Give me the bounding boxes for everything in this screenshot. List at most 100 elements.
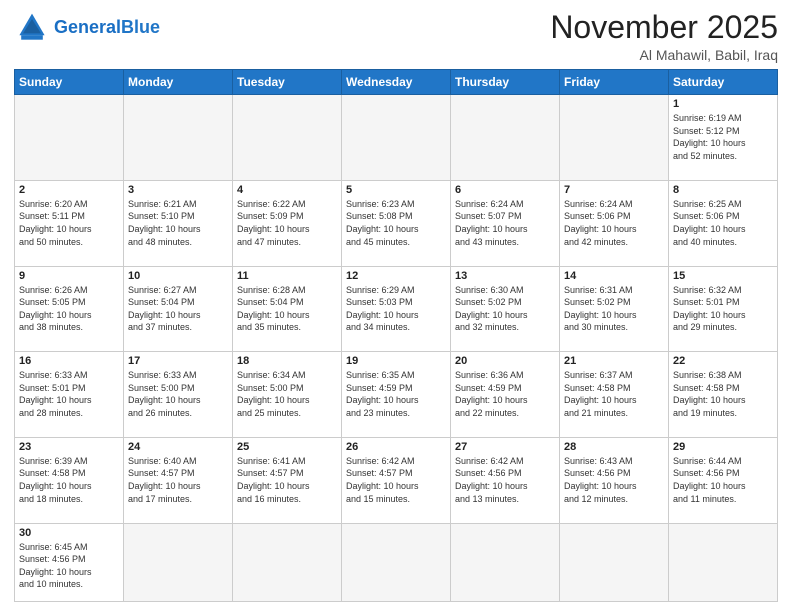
table-row: 12Sunrise: 6:29 AM Sunset: 5:03 PM Dayli… <box>342 266 451 352</box>
table-row: 9 Sunrise: 6:26 AM Sunset: 5:05 PM Daylig… <box>15 266 124 352</box>
day-number: 7 <box>564 184 664 196</box>
header: GeneralBlue November 2025 Al Mahawil, Ba… <box>14 10 778 63</box>
table-row: 14Sunrise: 6:31 AM Sunset: 5:02 PM Dayli… <box>560 266 669 352</box>
table-row: 27 Sunrise: 6:42 AM Sunset: 4:56 PM Dayli… <box>451 437 560 523</box>
day-info: Sunrise: 6:20 AM Sunset: 5:11 PM Dayligh… <box>19 198 119 248</box>
day-info: Sunrise: 6:33 AM Sunset: 5:00 PM Dayligh… <box>128 369 228 419</box>
day-info: Sunrise: 6:44 AM Sunset: 4:56 PM Dayligh… <box>673 455 773 505</box>
day-number: 13 <box>455 270 555 282</box>
calendar-week-row: 2 Sunrise: 6:20 AM Sunset: 5:11 PM Daylig… <box>15 180 778 266</box>
day-number: 11 <box>237 270 337 282</box>
day-info: Sunrise: 6:43 AM Sunset: 4:56 PM Dayligh… <box>564 455 664 505</box>
day-number: 3 <box>128 184 228 196</box>
calendar-week-row: 16Sunrise: 6:33 AM Sunset: 5:01 PM Dayli… <box>15 352 778 438</box>
day-number: 22 <box>673 355 773 367</box>
day-number: 9 <box>19 270 119 282</box>
day-number: 8 <box>673 184 773 196</box>
day-info: Sunrise: 6:29 AM Sunset: 5:03 PM Dayligh… <box>346 284 446 334</box>
day-info: Sunrise: 6:21 AM Sunset: 5:10 PM Dayligh… <box>128 198 228 248</box>
calendar-week-row: 1Sunrise: 6:19 AM Sunset: 5:12 PM Daylig… <box>15 95 778 181</box>
table-row: 4Sunrise: 6:22 AM Sunset: 5:09 PM Daylig… <box>233 180 342 266</box>
calendar-week-row: 23 Sunrise: 6:39 AM Sunset: 4:58 PM Dayli… <box>15 437 778 523</box>
col-wednesday: Wednesday <box>342 70 451 95</box>
table-row: 21 Sunrise: 6:37 AM Sunset: 4:58 PM Dayli… <box>560 352 669 438</box>
table-row: 10 Sunrise: 6:27 AM Sunset: 5:04 PM Dayli… <box>124 266 233 352</box>
day-number: 27 <box>455 441 555 453</box>
table-row <box>560 523 669 601</box>
table-row <box>233 523 342 601</box>
day-info: Sunrise: 6:34 AM Sunset: 5:00 PM Dayligh… <box>237 369 337 419</box>
day-info: Sunrise: 6:27 AM Sunset: 5:04 PM Dayligh… <box>128 284 228 334</box>
table-row: 7 Sunrise: 6:24 AM Sunset: 5:06 PM Daylig… <box>560 180 669 266</box>
col-sunday: Sunday <box>15 70 124 95</box>
logo-general: General <box>54 17 121 37</box>
day-info: Sunrise: 6:30 AM Sunset: 5:02 PM Dayligh… <box>455 284 555 334</box>
table-row: 15 Sunrise: 6:32 AM Sunset: 5:01 PM Dayli… <box>669 266 778 352</box>
table-row <box>669 523 778 601</box>
day-number: 14 <box>564 270 664 282</box>
day-info: Sunrise: 6:41 AM Sunset: 4:57 PM Dayligh… <box>237 455 337 505</box>
table-row: 24Sunrise: 6:40 AM Sunset: 4:57 PM Dayli… <box>124 437 233 523</box>
day-number: 6 <box>455 184 555 196</box>
day-number: 4 <box>237 184 337 196</box>
day-number: 18 <box>237 355 337 367</box>
day-info: Sunrise: 6:25 AM Sunset: 5:06 PM Dayligh… <box>673 198 773 248</box>
table-row: 30Sunrise: 6:45 AM Sunset: 4:56 PM Dayli… <box>15 523 124 601</box>
day-info: Sunrise: 6:32 AM Sunset: 5:01 PM Dayligh… <box>673 284 773 334</box>
day-info: Sunrise: 6:36 AM Sunset: 4:59 PM Dayligh… <box>455 369 555 419</box>
table-row: 2 Sunrise: 6:20 AM Sunset: 5:11 PM Daylig… <box>15 180 124 266</box>
table-row <box>124 523 233 601</box>
day-number: 26 <box>346 441 446 453</box>
day-number: 10 <box>128 270 228 282</box>
day-number: 21 <box>564 355 664 367</box>
table-row <box>560 95 669 181</box>
day-info: Sunrise: 6:39 AM Sunset: 4:58 PM Dayligh… <box>19 455 119 505</box>
day-info: Sunrise: 6:28 AM Sunset: 5:04 PM Dayligh… <box>237 284 337 334</box>
day-number: 17 <box>128 355 228 367</box>
title-block: November 2025 Al Mahawil, Babil, Iraq <box>550 10 778 63</box>
day-info: Sunrise: 6:38 AM Sunset: 4:58 PM Dayligh… <box>673 369 773 419</box>
day-number: 2 <box>19 184 119 196</box>
day-info: Sunrise: 6:37 AM Sunset: 4:58 PM Dayligh… <box>564 369 664 419</box>
table-row <box>124 95 233 181</box>
day-number: 15 <box>673 270 773 282</box>
logo: GeneralBlue <box>14 10 160 46</box>
table-row <box>15 95 124 181</box>
day-number: 29 <box>673 441 773 453</box>
table-row <box>451 523 560 601</box>
table-row: 1Sunrise: 6:19 AM Sunset: 5:12 PM Daylig… <box>669 95 778 181</box>
col-thursday: Thursday <box>451 70 560 95</box>
table-row: 23 Sunrise: 6:39 AM Sunset: 4:58 PM Dayli… <box>15 437 124 523</box>
day-number: 19 <box>346 355 446 367</box>
table-row: 16Sunrise: 6:33 AM Sunset: 5:01 PM Dayli… <box>15 352 124 438</box>
table-row: 29 Sunrise: 6:44 AM Sunset: 4:56 PM Dayli… <box>669 437 778 523</box>
table-row <box>342 95 451 181</box>
table-row <box>233 95 342 181</box>
logo-text: GeneralBlue <box>54 18 160 38</box>
table-row: 18 Sunrise: 6:34 AM Sunset: 5:00 PM Dayli… <box>233 352 342 438</box>
table-row: 3 Sunrise: 6:21 AM Sunset: 5:10 PM Daylig… <box>124 180 233 266</box>
day-number: 1 <box>673 98 773 110</box>
day-number: 5 <box>346 184 446 196</box>
day-info: Sunrise: 6:24 AM Sunset: 5:06 PM Dayligh… <box>564 198 664 248</box>
table-row: 25 Sunrise: 6:41 AM Sunset: 4:57 PM Dayli… <box>233 437 342 523</box>
day-info: Sunrise: 6:26 AM Sunset: 5:05 PM Dayligh… <box>19 284 119 334</box>
table-row: 19Sunrise: 6:35 AM Sunset: 4:59 PM Dayli… <box>342 352 451 438</box>
location-title: Al Mahawil, Babil, Iraq <box>550 47 778 63</box>
day-number: 23 <box>19 441 119 453</box>
table-row <box>342 523 451 601</box>
day-number: 16 <box>19 355 119 367</box>
col-saturday: Saturday <box>669 70 778 95</box>
day-info: Sunrise: 6:24 AM Sunset: 5:07 PM Dayligh… <box>455 198 555 248</box>
table-row: 22 Sunrise: 6:38 AM Sunset: 4:58 PM Dayli… <box>669 352 778 438</box>
table-row: 17 Sunrise: 6:33 AM Sunset: 5:00 PM Dayli… <box>124 352 233 438</box>
day-number: 25 <box>237 441 337 453</box>
day-number: 30 <box>19 527 119 539</box>
calendar-week-row: 30Sunrise: 6:45 AM Sunset: 4:56 PM Dayli… <box>15 523 778 601</box>
day-number: 28 <box>564 441 664 453</box>
page: GeneralBlue November 2025 Al Mahawil, Ba… <box>0 0 792 612</box>
day-number: 20 <box>455 355 555 367</box>
day-info: Sunrise: 6:42 AM Sunset: 4:56 PM Dayligh… <box>455 455 555 505</box>
day-info: Sunrise: 6:42 AM Sunset: 4:57 PM Dayligh… <box>346 455 446 505</box>
table-row: 13 Sunrise: 6:30 AM Sunset: 5:02 PM Dayli… <box>451 266 560 352</box>
